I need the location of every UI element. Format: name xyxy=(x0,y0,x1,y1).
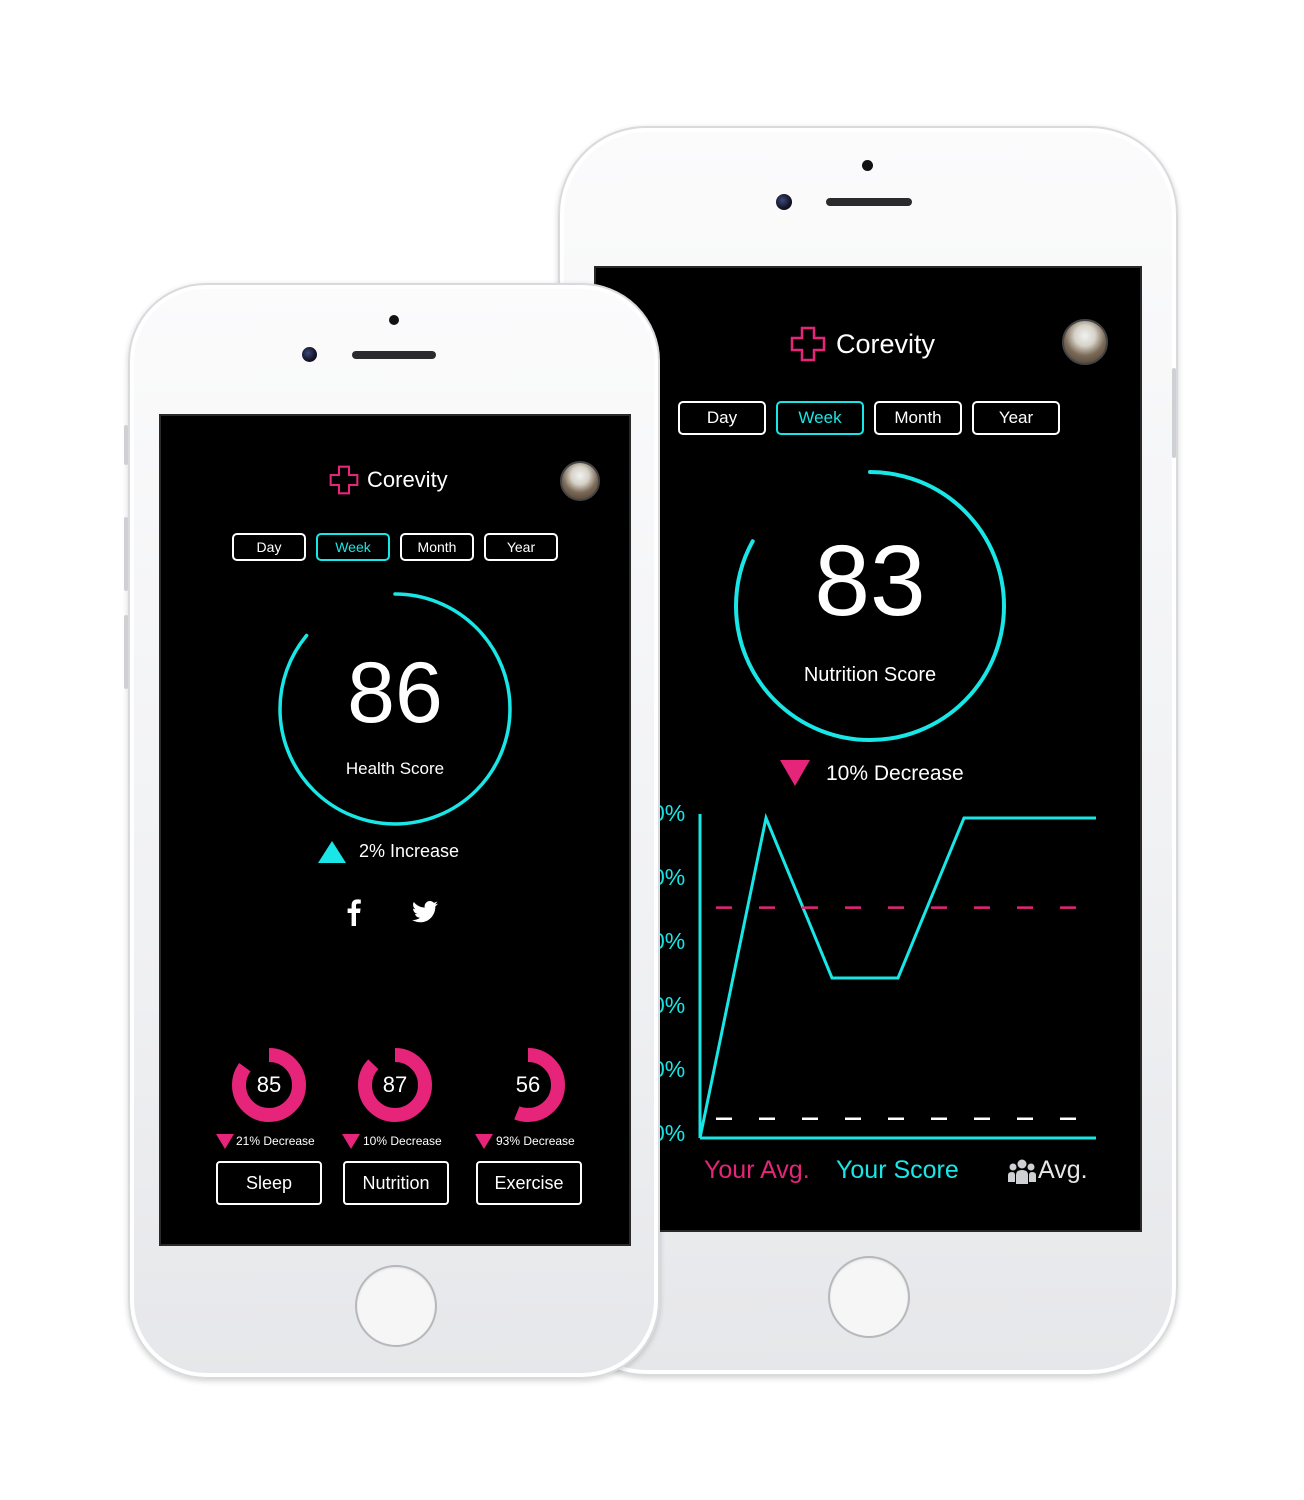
volume-up-button xyxy=(124,517,128,591)
tab-week[interactable]: Week xyxy=(316,533,390,561)
trend-text: 2% Increase xyxy=(359,841,460,861)
score-line-chart xyxy=(698,812,1096,1140)
sleep-change: 21% Decrease xyxy=(236,1134,315,1148)
twitter-icon[interactable] xyxy=(412,901,438,923)
sleep-button[interactable]: Sleep xyxy=(216,1161,322,1205)
app-title: Corevity xyxy=(836,328,936,359)
side-button xyxy=(1172,368,1176,458)
score-value: 83 xyxy=(814,525,926,637)
tab-day[interactable]: Day xyxy=(678,401,766,435)
down-triangle-icon xyxy=(216,1134,234,1149)
tab-year[interactable]: Year xyxy=(484,533,558,561)
mute-switch xyxy=(124,425,128,465)
avatar[interactable] xyxy=(560,461,600,501)
front-phone: Corevity Day Week Month Year 86 Health S… xyxy=(124,283,660,1379)
score-label: Nutrition Score xyxy=(803,664,937,686)
back-screen: Corevity Day Week Month Year 83 Nutritio… xyxy=(594,266,1142,1232)
medical-cross-icon xyxy=(790,326,826,362)
exercise-change: 93% Decrease xyxy=(496,1134,575,1148)
tab-year[interactable]: Year xyxy=(972,401,1060,435)
front-camera xyxy=(776,194,792,210)
front-screen: Corevity Day Week Month Year 86 Health S… xyxy=(159,414,631,1246)
facebook-icon[interactable] xyxy=(346,898,362,926)
legend-your-avg: Your Avg. xyxy=(704,1156,810,1184)
score-value: 86 xyxy=(347,645,443,741)
people-icon xyxy=(1008,1159,1036,1184)
proximity-sensor xyxy=(862,160,873,171)
nutrition-change: 10% Decrease xyxy=(363,1134,442,1148)
tab-week[interactable]: Week xyxy=(776,401,864,435)
app-logo: Corevity xyxy=(790,326,935,362)
legend-your-score: Your Score xyxy=(836,1156,959,1184)
legend-community-avg: Avg. xyxy=(1038,1156,1088,1184)
nutrition-score-value: 87 xyxy=(382,1072,408,1097)
front-camera xyxy=(302,347,317,362)
nutrition-button[interactable]: Nutrition xyxy=(343,1161,449,1205)
tab-day[interactable]: Day xyxy=(232,533,306,561)
trend-text: 10% Decrease xyxy=(826,762,964,785)
tab-month[interactable]: Month xyxy=(400,533,474,561)
medical-cross-icon xyxy=(329,465,359,495)
avatar[interactable] xyxy=(1062,319,1108,365)
score-label: Health Score xyxy=(345,759,445,778)
down-triangle-icon xyxy=(780,760,810,786)
proximity-sensor xyxy=(389,315,399,325)
up-triangle-icon xyxy=(318,841,346,863)
exercise-score-value: 56 xyxy=(515,1072,541,1097)
down-triangle-icon xyxy=(342,1134,360,1149)
down-triangle-icon xyxy=(475,1134,493,1149)
app-logo: Corevity xyxy=(329,465,448,495)
tab-month[interactable]: Month xyxy=(874,401,962,435)
volume-down-button xyxy=(124,615,128,689)
exercise-button[interactable]: Exercise xyxy=(476,1161,582,1205)
home-button[interactable] xyxy=(828,1256,910,1338)
earpiece-speaker xyxy=(352,351,436,359)
series-your-score-line xyxy=(698,812,1096,1139)
sleep-score-value: 85 xyxy=(256,1072,282,1097)
earpiece-speaker xyxy=(826,198,912,206)
app-title: Corevity xyxy=(367,467,448,492)
home-button[interactable] xyxy=(355,1265,437,1347)
